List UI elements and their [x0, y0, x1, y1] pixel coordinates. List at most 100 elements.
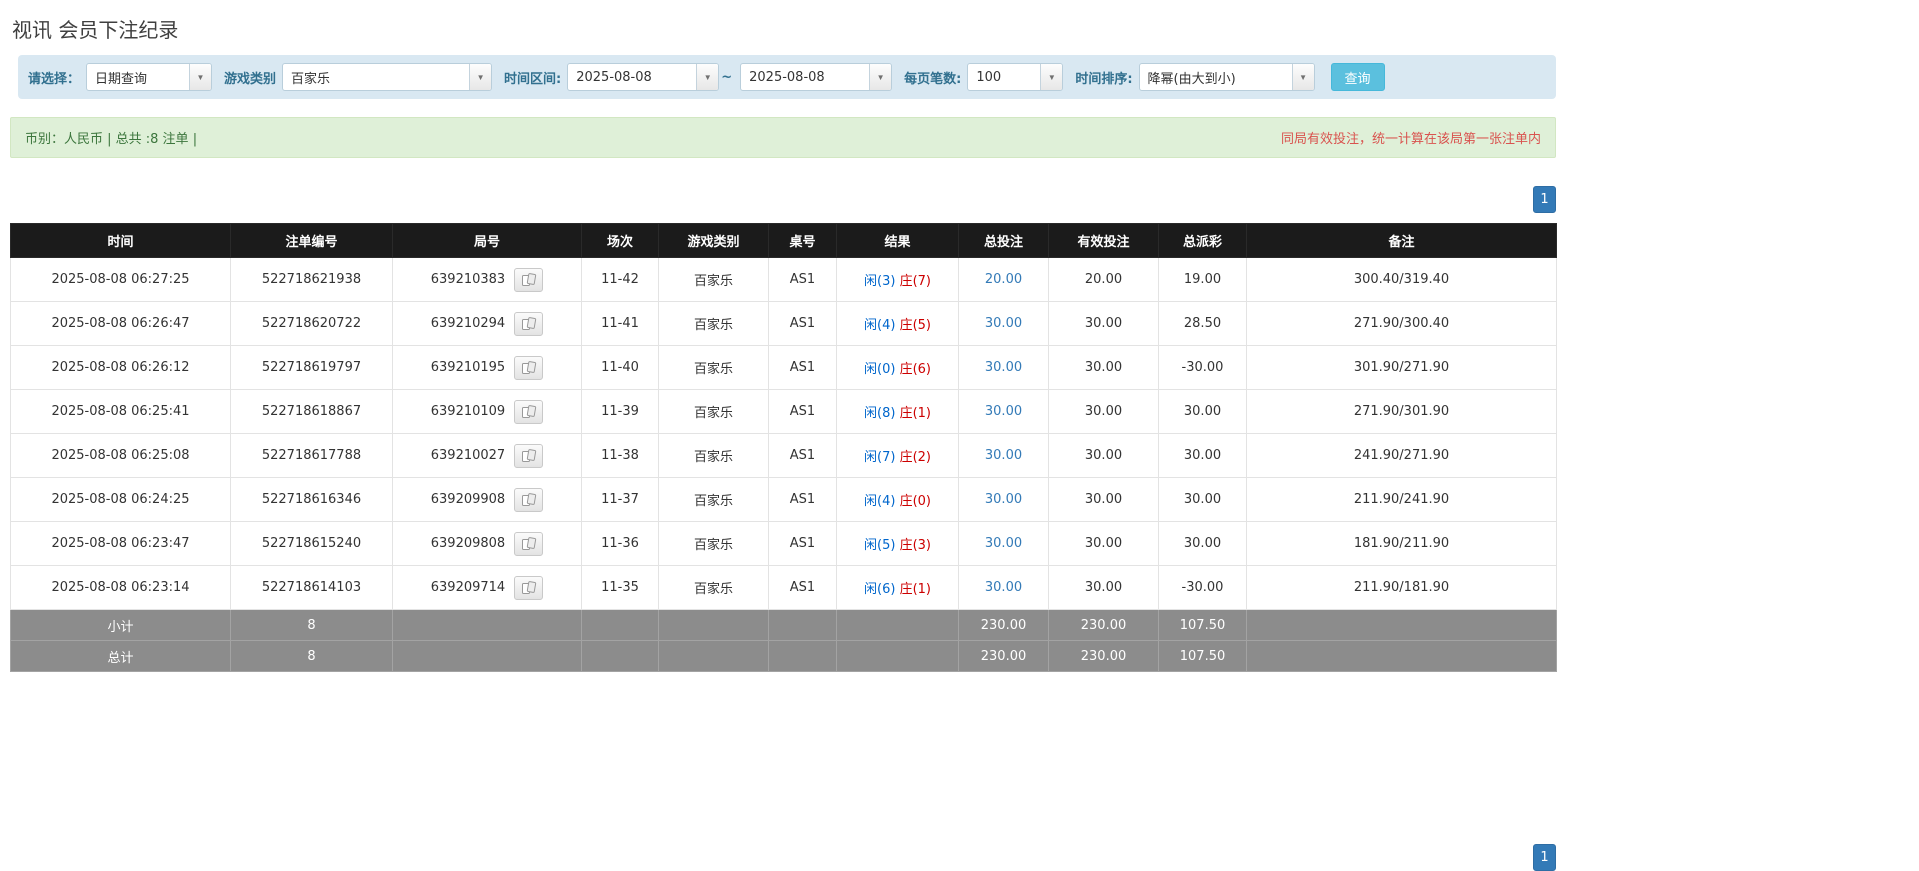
date-from-dropdown-button[interactable]: ▼	[696, 64, 719, 90]
total-bet-link[interactable]: 20.00	[985, 272, 1022, 287]
chevron-down-icon: ▼	[196, 72, 205, 82]
page-title: 视讯 会员下注纪录	[12, 18, 179, 42]
cell-valid-bet: 30.00	[1048, 345, 1159, 390]
cell-valid-bet: 30.00	[1048, 301, 1159, 346]
cell-bet-id: 522718621938	[230, 257, 393, 302]
cell-valid-bet: 30.00	[1048, 565, 1159, 610]
game-type-dropdown-button[interactable]: ▼	[469, 64, 492, 90]
cell-payout: 30.00	[1158, 389, 1247, 434]
filter-sort-order: 时间排序: ▼	[1075, 63, 1315, 91]
cell-table-no: AS1	[768, 389, 837, 434]
view-cards-button[interactable]	[514, 487, 544, 512]
sort-order-input[interactable]	[1139, 64, 1292, 90]
chevron-down-icon: ▼	[1047, 72, 1056, 82]
page-size-input[interactable]	[968, 64, 1041, 90]
cards-icon	[521, 492, 536, 506]
total-count: 8	[230, 640, 393, 672]
cell-table-no: AS1	[768, 301, 837, 346]
cell-valid-bet: 30.00	[1048, 477, 1159, 522]
cell-game-type: 百家乐	[658, 301, 769, 346]
cell-time: 2025-08-08 06:26:12	[10, 345, 231, 390]
cell-result: 闲(4) 庄(0)	[836, 477, 959, 522]
cell-game-type: 百家乐	[658, 257, 769, 302]
date-from-input[interactable]	[568, 64, 697, 90]
total-bet-link[interactable]: 30.00	[985, 580, 1022, 595]
cell-round-id: 639210195	[392, 345, 582, 390]
page-size-combobox: ▼	[967, 63, 1064, 91]
view-cards-button[interactable]	[514, 267, 544, 292]
result-banker: 庄(1)	[899, 406, 931, 421]
total-bet-link[interactable]: 30.00	[985, 448, 1022, 463]
total-bet-link[interactable]: 30.00	[985, 404, 1022, 419]
page-size-dropdown-button[interactable]: ▼	[1040, 64, 1063, 90]
subtotal-empty-cell	[1246, 609, 1557, 641]
view-cards-button[interactable]	[514, 531, 544, 556]
query-type-input[interactable]	[87, 64, 190, 90]
date-to-dropdown-button[interactable]: ▼	[869, 64, 892, 90]
result-player: 闲(6)	[864, 582, 896, 597]
total-bet-link[interactable]: 30.00	[985, 536, 1022, 551]
date-to-input[interactable]	[741, 64, 870, 90]
column-header-valid-bet: 有效投注	[1048, 223, 1159, 258]
cell-result: 闲(4) 庄(5)	[836, 301, 959, 346]
cell-round-id: 639210109	[392, 389, 582, 434]
cell-bet-id: 522718615240	[230, 521, 393, 566]
subtotal-empty-cell	[581, 609, 659, 641]
filter-date-range: 时间区间: ▼ ~ ▼	[504, 63, 893, 91]
sort-order-dropdown-button[interactable]: ▼	[1291, 64, 1314, 90]
round-number: 639209714	[430, 580, 506, 595]
cell-total-bet: 30.00	[958, 345, 1049, 390]
cell-bet-id: 522718617788	[230, 433, 393, 478]
column-header-time: 时间	[10, 223, 231, 258]
total-bet-link[interactable]: 30.00	[985, 492, 1022, 507]
date-range-separator: ~	[721, 69, 733, 85]
cell-bet-id: 522718614103	[230, 565, 393, 610]
cell-table-no: AS1	[768, 345, 837, 390]
table-footer: 小计 8 230.00 230.00 107.50 总计 8 230.00 23…	[10, 609, 1557, 672]
page-1-button-bottom[interactable]: 1	[1533, 844, 1556, 871]
result-banker: 庄(3)	[899, 538, 931, 553]
subtotal-empty-cell	[392, 609, 582, 641]
subtotal-empty-cell	[768, 609, 837, 641]
cell-session: 11-40	[581, 345, 659, 390]
cell-table-no: AS1	[768, 257, 837, 302]
cell-payout: 19.00	[1158, 257, 1247, 302]
result-banker: 庄(7)	[899, 274, 931, 289]
table-body: 2025-08-08 06:27:25 522718621938 6392103…	[10, 257, 1557, 610]
query-type-dropdown-button[interactable]: ▼	[189, 64, 212, 90]
cell-result: 闲(8) 庄(1)	[836, 389, 959, 434]
cards-icon	[521, 316, 536, 330]
search-button[interactable]: 查询	[1330, 63, 1385, 91]
result-player: 闲(5)	[864, 538, 896, 553]
table-row: 2025-08-08 06:26:12 522718619797 6392101…	[10, 345, 1557, 390]
round-number: 639209908	[430, 492, 506, 507]
total-empty-cell	[581, 640, 659, 672]
cell-bet-id: 522718616346	[230, 477, 393, 522]
cell-table-no: AS1	[768, 565, 837, 610]
cell-time: 2025-08-08 06:24:25	[10, 477, 231, 522]
cell-payout: 30.00	[1158, 477, 1247, 522]
table-row: 2025-08-08 06:25:08 522718617788 6392100…	[10, 433, 1557, 478]
cell-time: 2025-08-08 06:25:08	[10, 433, 231, 478]
column-header-bet-id: 注单编号	[230, 223, 393, 258]
round-number: 639210027	[430, 448, 506, 463]
page-1-button[interactable]: 1	[1533, 186, 1556, 213]
total-bet-link[interactable]: 30.00	[985, 360, 1022, 375]
cell-note: 211.90/241.90	[1246, 477, 1557, 522]
filter-game-type: 游戏类别 ▼	[224, 63, 493, 91]
view-cards-button[interactable]	[514, 443, 544, 468]
game-type-input[interactable]	[283, 64, 470, 90]
cell-table-no: AS1	[768, 433, 837, 478]
cell-time: 2025-08-08 06:23:14	[10, 565, 231, 610]
view-cards-button[interactable]	[514, 575, 544, 600]
total-bet-link[interactable]: 30.00	[985, 316, 1022, 331]
cell-game-type: 百家乐	[658, 521, 769, 566]
view-cards-button[interactable]	[514, 399, 544, 424]
cell-result: 闲(7) 庄(2)	[836, 433, 959, 478]
query-type-label: 请选择：	[28, 71, 81, 87]
cards-icon	[521, 580, 536, 594]
round-number: 639210109	[430, 404, 506, 419]
view-cards-button[interactable]	[514, 355, 544, 380]
cell-total-bet: 30.00	[958, 433, 1049, 478]
view-cards-button[interactable]	[514, 311, 544, 336]
